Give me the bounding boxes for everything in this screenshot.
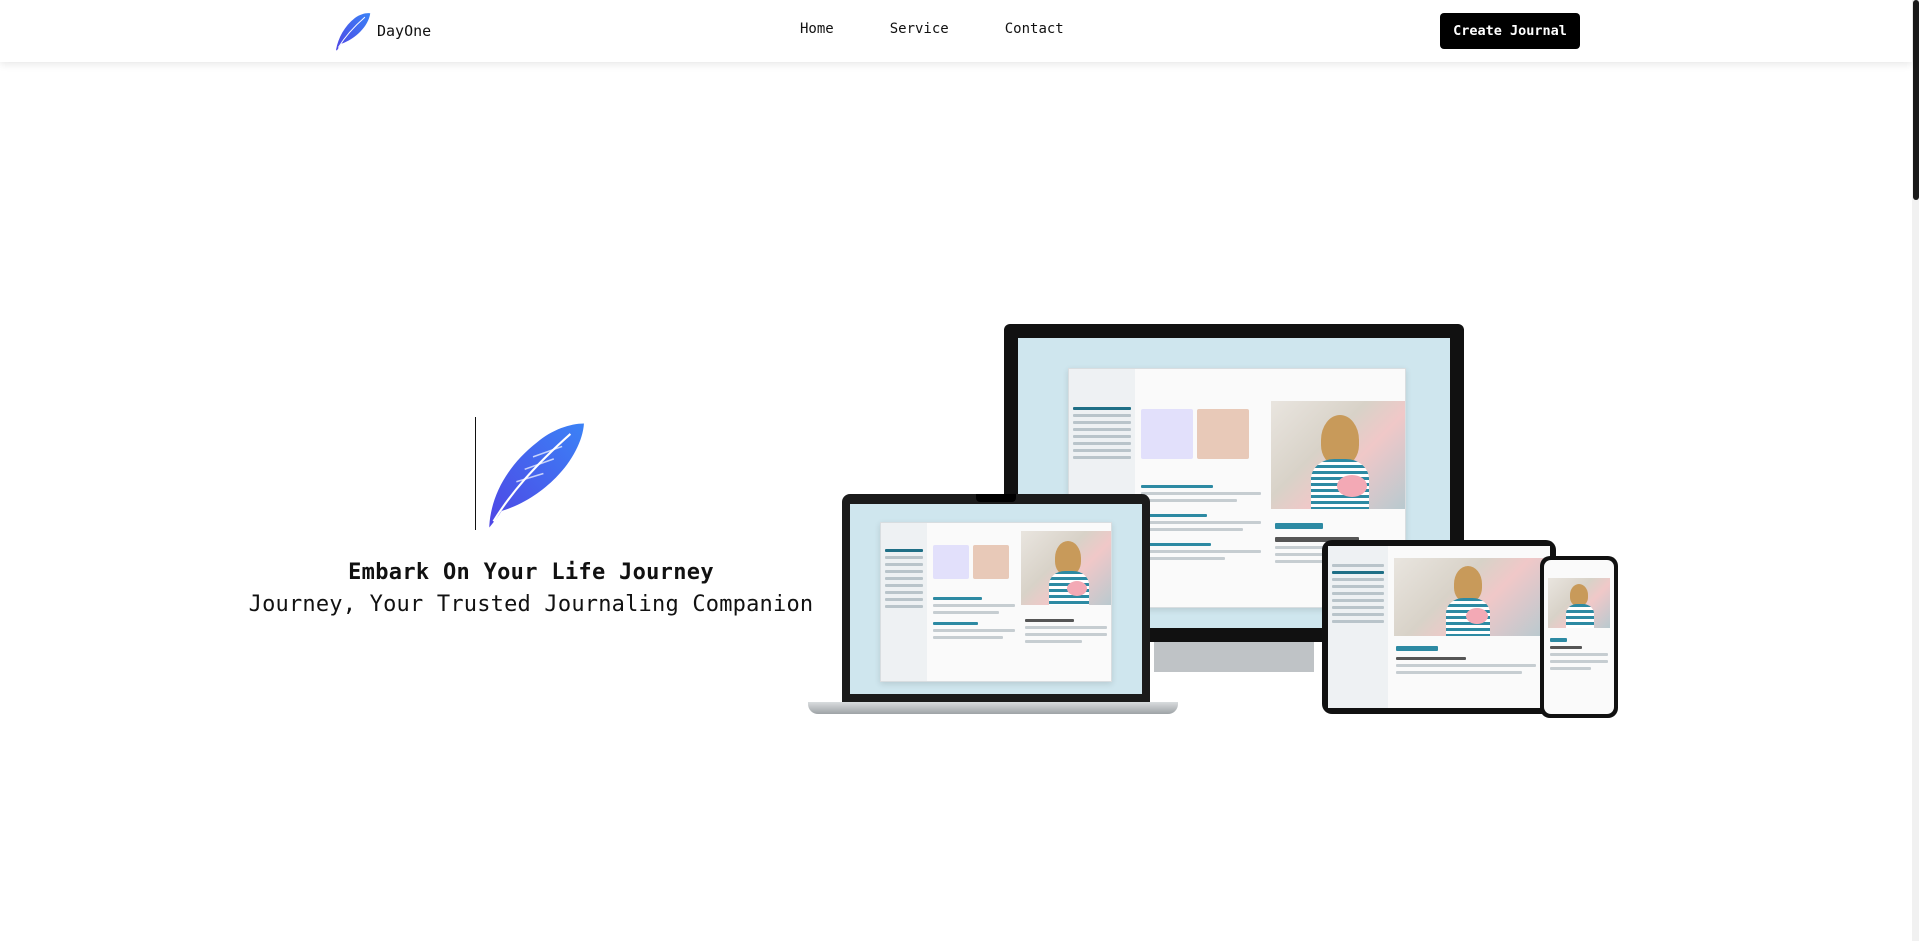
create-journal-button[interactable]: Create Journal (1440, 13, 1580, 49)
hero-subtitle: Journey, Your Trusted Journaling Compani… (248, 592, 814, 617)
scrollbar-thumb[interactable] (1913, 0, 1919, 200)
feather-icon (489, 423, 584, 528)
devices-illustration (800, 320, 1620, 720)
page-scrollbar[interactable] (1912, 0, 1919, 941)
main-nav: Home Service Contact (800, 21, 1064, 37)
phone (1540, 556, 1618, 718)
site-header: DayOne Home Service Contact Create Journ… (0, 0, 1912, 62)
hero-title: Embark On Your Life Journey (348, 560, 714, 585)
brand-name: DayOne (377, 22, 432, 40)
laptop-base (808, 702, 1178, 714)
feather-icon (336, 13, 371, 51)
nav-contact-link[interactable]: Contact (1005, 21, 1064, 37)
hero-logo-divider (475, 417, 476, 530)
hero-logo (475, 417, 585, 530)
brand-link[interactable]: DayOne (333, 11, 431, 51)
nav-home-link[interactable]: Home (800, 21, 834, 37)
tablet (1322, 540, 1556, 714)
laptop (842, 494, 1150, 702)
nav-service-link[interactable]: Service (890, 21, 949, 37)
